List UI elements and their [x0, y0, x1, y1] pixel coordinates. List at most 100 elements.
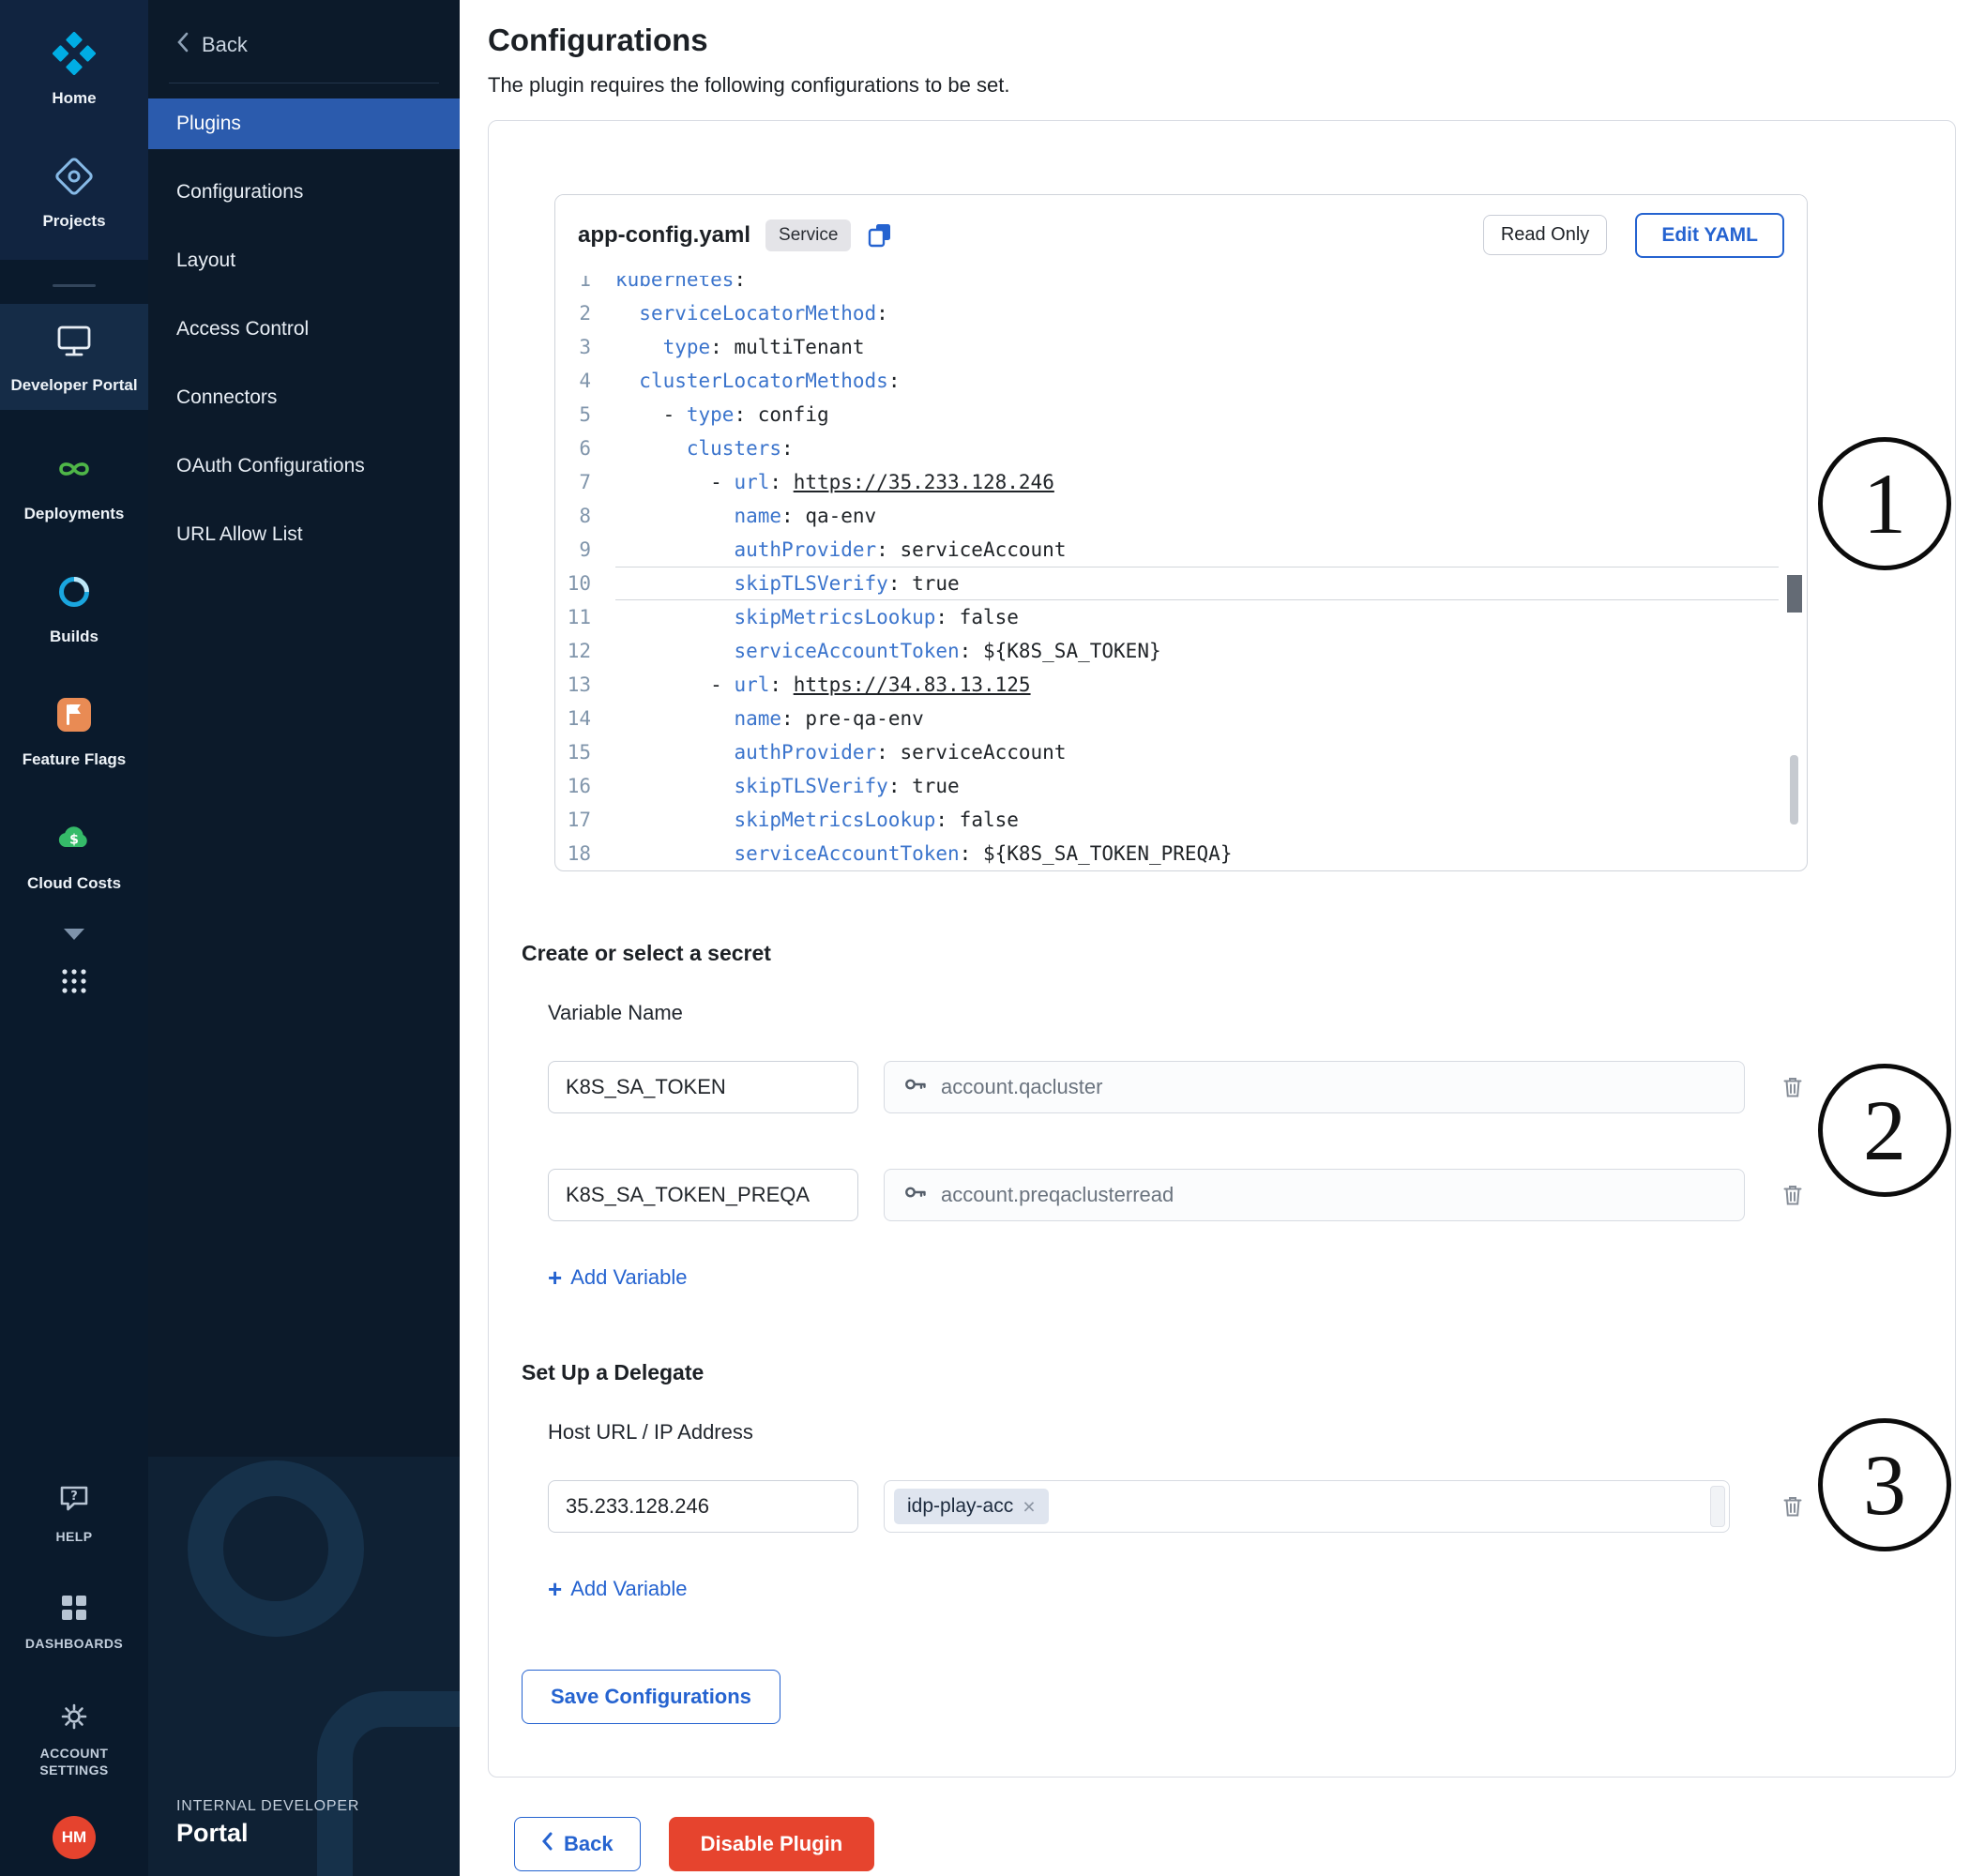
delete-row-button[interactable] [1779, 1181, 1807, 1209]
delete-row-button[interactable] [1779, 1492, 1807, 1520]
code-editor[interactable]: 1kubernetes:2 serviceLocatorMethod:3 typ… [555, 276, 1807, 870]
svg-text:?: ? [70, 1490, 78, 1504]
read-only-badge: Read Only [1483, 215, 1608, 255]
menu-item-connectors[interactable]: Connectors [148, 372, 460, 423]
code-line: 2 serviceLocatorMethod: [555, 296, 1807, 330]
delegate-tag-label: idp-play-acc [907, 1495, 1013, 1518]
line-number: 9 [555, 538, 615, 561]
add-variable-button[interactable]: + Add Variable [548, 1577, 688, 1601]
copy-icon[interactable] [866, 221, 894, 250]
menu-item-plugins[interactable]: Plugins [148, 98, 460, 149]
yaml-editor-card: app-config.yaml Service Read Only Edit Y… [554, 194, 1808, 871]
variable-name-input[interactable] [548, 1169, 858, 1221]
code-line: 7 - url: https://35.233.128.246 [555, 465, 1807, 499]
plus-icon: + [548, 1577, 562, 1601]
user-avatar[interactable]: HM [53, 1816, 96, 1859]
secret-row: account.preqaclusterread [548, 1169, 1955, 1221]
nav-home[interactable]: Home [0, 23, 148, 117]
code-line: 13 - url: https://34.83.13.125 [555, 668, 1807, 702]
disable-plugin-button[interactable]: Disable Plugin [669, 1817, 875, 1871]
secret-reference-field[interactable]: account.preqaclusterread [884, 1169, 1745, 1221]
host-url-input[interactable] [548, 1480, 858, 1533]
annotation-number: 3 [1863, 1435, 1906, 1535]
code-line-content: clusterLocatorMethods: [615, 364, 1779, 398]
module-grid-icon[interactable] [60, 967, 88, 1000]
code-line-content: skipMetricsLookup: false [615, 803, 1779, 837]
bottom-actions: Back Disable Plugin [514, 1817, 1985, 1871]
secret-reference-field[interactable]: account.qacluster [884, 1061, 1745, 1113]
code-line: 6 clusters: [555, 431, 1807, 465]
yaml-editor-header: app-config.yaml Service Read Only Edit Y… [555, 195, 1807, 276]
nav-account-settings[interactable]: ACCOUNT SETTINGS [0, 1690, 148, 1788]
help-icon: ? [56, 1481, 92, 1521]
menu-item-layout[interactable]: Layout [148, 235, 460, 286]
page-subtitle: The plugin requires the following config… [488, 73, 1985, 98]
svg-text:$: $ [69, 832, 79, 847]
nav-help[interactable]: ? HELP [0, 1472, 148, 1554]
nav-builds-label: Builds [50, 627, 98, 646]
key-icon [902, 1071, 928, 1103]
code-line: 1kubernetes: [555, 276, 1807, 296]
chevron-left-icon [541, 1832, 553, 1856]
code-line-content: serviceAccountToken: ${K8S_SA_TOKEN} [615, 634, 1779, 668]
nav-feature-flags[interactable]: Feature Flags [0, 684, 148, 779]
nav-dashboards[interactable]: DASHBOARDS [0, 1582, 148, 1661]
line-number: 13 [555, 673, 615, 696]
nav-developer-portal[interactable]: Developer Portal [0, 304, 148, 410]
variable-name-input[interactable] [548, 1061, 858, 1113]
delete-row-button[interactable] [1779, 1073, 1807, 1101]
secret-row: account.qacluster [548, 1061, 1955, 1113]
sidebar-collapse-handle[interactable] [53, 284, 96, 287]
nav-help-label: HELP [56, 1528, 93, 1545]
edit-yaml-button[interactable]: Edit YAML [1635, 213, 1784, 258]
service-badge: Service [765, 219, 851, 251]
code-line: 14 name: pre-qa-env [555, 702, 1807, 735]
menu-item-url-allow-list[interactable]: URL Allow List [148, 509, 460, 560]
line-number: 16 [555, 775, 615, 797]
back-button[interactable]: Back [514, 1817, 641, 1871]
line-number: 15 [555, 741, 615, 764]
footer-title: Portal [176, 1819, 359, 1848]
nav-projects[interactable]: Projects [0, 145, 148, 240]
builds-icon [53, 570, 96, 618]
delegate-tag-chip: idp-play-acc × [894, 1489, 1049, 1524]
code-line: 16 skipTLSVerify: true [555, 769, 1807, 803]
menu-item-access-control[interactable]: Access Control [148, 304, 460, 355]
feature-flags-icon [53, 693, 96, 741]
add-variable-button[interactable]: + Add Variable [548, 1265, 688, 1290]
chevron-down-icon[interactable] [62, 927, 86, 946]
decorative-rounded-square [317, 1691, 460, 1876]
delegate-tags-field[interactable]: idp-play-acc × [884, 1480, 1730, 1533]
developer-portal-icon [53, 319, 96, 367]
scrollbar-thumb[interactable] [1790, 755, 1798, 825]
nav-dashboards-label: DASHBOARDS [25, 1635, 123, 1652]
annotation-number: 1 [1863, 454, 1906, 553]
nav-account-settings-label: ACCOUNT SETTINGS [6, 1745, 143, 1778]
menu-item-configurations[interactable]: Configurations [148, 167, 460, 218]
footer-eyebrow: INTERNAL DEVELOPER [176, 1798, 359, 1815]
tag-field-scrollbar[interactable] [1710, 1486, 1725, 1527]
nav-home-label: Home [52, 88, 96, 108]
back-nav-link[interactable]: Back [148, 0, 460, 83]
nav-builds[interactable]: Builds [0, 561, 148, 656]
main-content: Configurations The plugin requires the f… [460, 0, 1985, 1876]
nav-deployments-label: Deployments [24, 504, 125, 523]
nav-cloud-costs[interactable]: $ Cloud Costs [0, 808, 148, 902]
code-line-content: name: pre-qa-env [615, 702, 1779, 735]
save-configurations-button[interactable]: Save Configurations [522, 1670, 780, 1724]
chevron-left-icon [176, 32, 189, 58]
code-line-content: authProvider: serviceAccount [615, 735, 1779, 769]
sidebar-footer: INTERNAL DEVELOPER Portal [176, 1798, 359, 1848]
code-line-content: kubernetes: [615, 276, 1779, 296]
nav-deployments[interactable]: Deployments [0, 438, 148, 533]
nav-feature-flags-label: Feature Flags [23, 749, 127, 769]
back-button-label: Back [564, 1832, 614, 1856]
menu-item-oauth-configurations[interactable]: OAuth Configurations [148, 441, 460, 492]
projects-icon [53, 155, 96, 203]
code-line: 8 name: qa-env [555, 499, 1807, 533]
add-variable-label: Add Variable [570, 1577, 687, 1601]
code-line: 3 type: multiTenant [555, 330, 1807, 364]
remove-tag-icon[interactable]: × [1023, 1496, 1035, 1518]
nav-cloud-costs-label: Cloud Costs [27, 873, 121, 893]
annotation-circle-3: 3 [1818, 1418, 1951, 1551]
